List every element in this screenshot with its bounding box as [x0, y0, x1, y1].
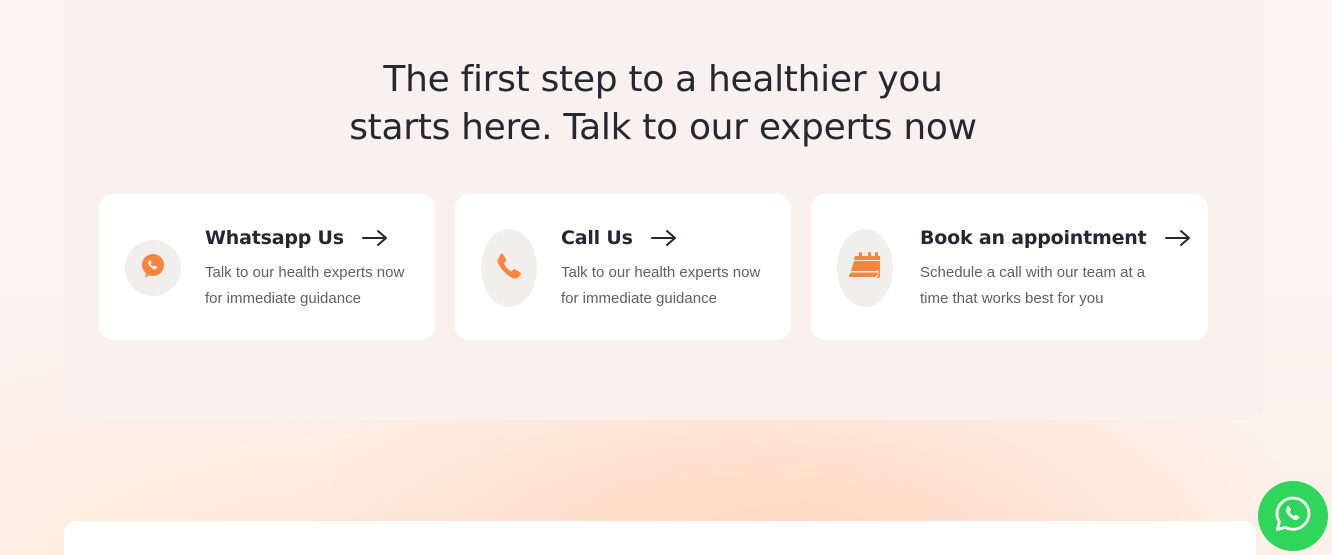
whatsapp-icon — [1273, 494, 1313, 539]
headline-line-1: The first step to a healthier you — [383, 59, 943, 100]
book-appointment-title-row: Book an appointment — [920, 227, 1191, 249]
calendar-icon-circle — [837, 229, 893, 307]
arrow-right-icon — [650, 229, 677, 247]
phone-icon — [494, 251, 524, 286]
whatsapp-us-description: Talk to our health experts now for immed… — [205, 264, 405, 307]
call-us-card[interactable]: Call Us Talk to our health experts now f… — [455, 194, 791, 340]
book-appointment-title: Book an appointment — [920, 227, 1147, 249]
whatsapp-floating-button[interactable] — [1258, 481, 1328, 551]
whatsapp-icon — [140, 253, 166, 284]
next-section-panel — [64, 521, 1256, 555]
arrow-right-icon — [1164, 229, 1191, 247]
page-headline: The first step to a healthier you starts… — [0, 56, 1326, 152]
book-appointment-description: Schedule a call with our team at a time … — [920, 264, 1146, 307]
whatsapp-us-card[interactable]: Whatsapp Us Talk to our health experts n… — [99, 194, 435, 340]
headline-line-2: starts here. Talk to our experts now — [349, 107, 977, 148]
call-us-title: Call Us — [561, 227, 633, 249]
whatsapp-us-title: Whatsapp Us — [205, 227, 344, 249]
call-us-description: Talk to our health experts now for immed… — [561, 264, 761, 307]
calendar-icon — [848, 251, 882, 286]
arrow-right-icon — [361, 229, 388, 247]
call-us-title-row: Call Us — [561, 227, 677, 249]
whatsapp-us-title-row: Whatsapp Us — [205, 227, 388, 249]
whatsapp-icon-circle — [125, 240, 181, 296]
book-appointment-card[interactable]: Book an appointment Schedule a call with… — [811, 194, 1208, 340]
phone-icon-circle — [481, 229, 537, 307]
